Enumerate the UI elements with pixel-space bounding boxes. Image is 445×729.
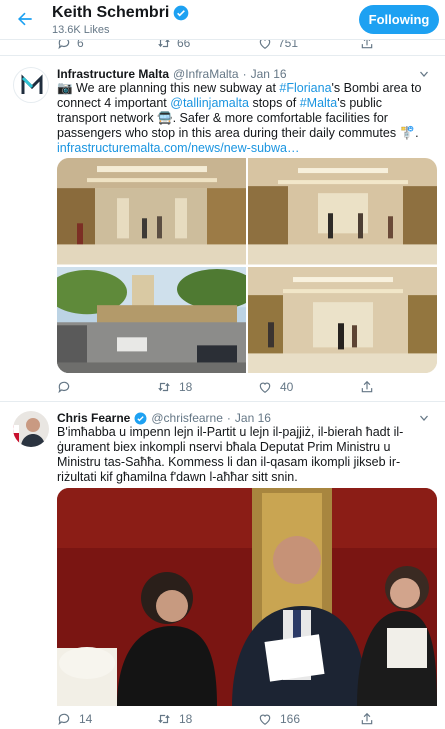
tweet-header: Infrastructure Malta @InfraMalta · Jan 1… xyxy=(57,67,287,81)
text-segment: stops of xyxy=(248,96,300,110)
author-handle[interactable]: @InfraMalta xyxy=(173,67,239,81)
chris-fearne-avatar-icon xyxy=(13,411,49,447)
like-icon xyxy=(259,714,271,725)
following-button[interactable]: Following xyxy=(359,5,439,34)
subway-exterior-photo[interactable] xyxy=(57,266,246,373)
retweet-button[interactable]: 18 xyxy=(157,712,192,726)
tweet-link[interactable]: infrastructuremalta.com/news/new-subwa… xyxy=(57,141,299,155)
caret-down-icon xyxy=(420,71,428,77)
back-arrow-icon xyxy=(18,12,32,26)
text-segment: 📷 We are planning this new subway at xyxy=(57,81,280,95)
tweet-actions: 14 18 166 xyxy=(57,712,437,729)
retweet-count: 18 xyxy=(179,380,193,394)
retweet-button[interactable]: 18 xyxy=(157,380,192,394)
subway-render-photo-1[interactable] xyxy=(57,158,246,265)
avatar[interactable] xyxy=(13,411,49,447)
reply-icon xyxy=(58,381,70,394)
tweet-text: 📷 We are planning this new subway at #Fl… xyxy=(57,81,433,156)
hashtag-malta[interactable]: #Malta xyxy=(300,96,338,110)
subway-render-photo-3[interactable] xyxy=(248,266,437,373)
author-name[interactable]: Chris Fearne xyxy=(57,411,130,425)
share-button[interactable] xyxy=(360,380,374,394)
tweet-text: B'imħabba u impenn lejn il-Partit u lejn… xyxy=(57,425,404,484)
back-button[interactable] xyxy=(12,6,38,32)
tweet-date[interactable]: Jan 16 xyxy=(235,411,271,425)
tweet-photo[interactable] xyxy=(57,488,437,706)
verified-icon xyxy=(134,412,147,424)
profile-header: Keith Schembri 13.6K Likes Following xyxy=(0,0,445,40)
tweet-chris-fearne[interactable]: Chris Fearne @chrisfearne · Jan 16 B'imħ… xyxy=(0,403,445,729)
profile-name-text: Keith Schembri xyxy=(52,4,170,21)
retweet-icon xyxy=(158,714,170,724)
reply-count: 14 xyxy=(79,712,93,726)
like-count: 40 xyxy=(280,380,294,394)
tweet-date[interactable]: Jan 16 xyxy=(251,67,287,81)
like-icon xyxy=(259,382,271,393)
subway-render-photo-2[interactable] xyxy=(248,158,437,265)
hashtag-floriana[interactable]: #Floriana xyxy=(279,81,331,95)
profile-likes-count: 13.6K Likes xyxy=(52,24,110,36)
tweet-header: Chris Fearne @chrisfearne · Jan 16 xyxy=(57,411,271,425)
share-button[interactable] xyxy=(360,712,374,726)
infrastructure-malta-logo-icon xyxy=(14,68,48,102)
tweet-infrastructure-malta[interactable]: Infrastructure Malta @InfraMalta · Jan 1… xyxy=(0,57,445,402)
caret-down-icon xyxy=(420,415,428,421)
tweet-menu-button[interactable] xyxy=(417,67,431,81)
retweet-icon xyxy=(158,382,170,392)
tweet-photo-grid[interactable] xyxy=(57,158,437,373)
reply-button[interactable]: 14 xyxy=(57,712,92,726)
reply-icon xyxy=(58,713,70,726)
mention-tallinjamalta[interactable]: @tallinjamalta xyxy=(170,96,249,110)
author-handle[interactable]: @chrisfearne xyxy=(151,411,223,425)
like-button[interactable]: 40 xyxy=(258,380,293,394)
share-icon xyxy=(361,380,373,393)
separator: · xyxy=(226,411,231,425)
share-icon xyxy=(361,712,373,725)
like-button[interactable]: 166 xyxy=(258,712,300,726)
profile-name: Keith Schembri xyxy=(52,4,189,22)
avatar[interactable] xyxy=(13,67,49,103)
retweet-count: 18 xyxy=(179,712,193,726)
tweet-actions: 18 40 xyxy=(57,380,437,398)
previous-tweet-actions: 6 66 751 xyxy=(0,36,445,56)
separator: · xyxy=(242,67,247,81)
reply-button[interactable] xyxy=(57,380,79,394)
verified-icon xyxy=(174,5,189,21)
tweet-menu-button[interactable] xyxy=(417,411,431,425)
author-name[interactable]: Infrastructure Malta xyxy=(57,67,169,81)
like-count: 166 xyxy=(280,712,301,726)
